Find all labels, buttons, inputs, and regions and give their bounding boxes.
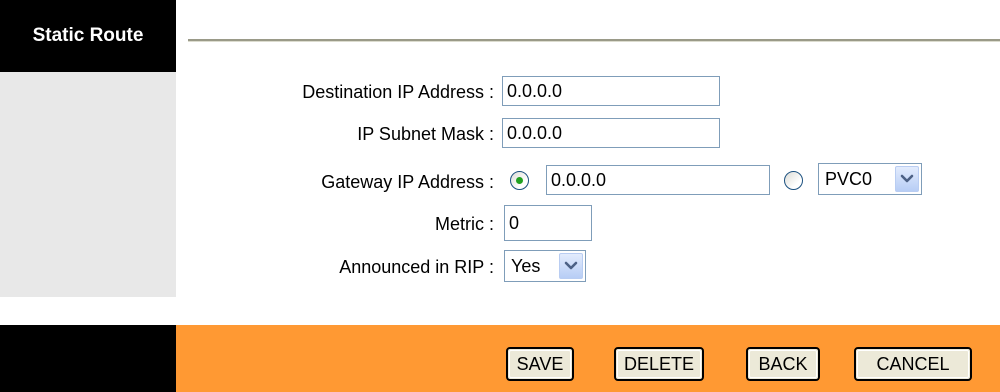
chevron-down-icon[interactable] xyxy=(559,253,583,279)
save-button[interactable]: SAVE xyxy=(506,347,574,381)
back-button-label: BACK xyxy=(758,353,808,374)
announced-rip-label: Announced in RIP : xyxy=(339,257,494,277)
delete-button[interactable]: DELETE xyxy=(614,347,704,381)
save-button-label: SAVE xyxy=(516,353,564,374)
destination-ip-label: Destination IP Address : xyxy=(302,82,494,102)
footer-button-bar: SAVE DELETE BACK CANCEL xyxy=(176,325,1000,392)
destination-ip-input[interactable] xyxy=(502,76,720,106)
static-route-page: Static Route Destination IP Address : IP… xyxy=(0,0,1000,392)
back-button[interactable]: BACK xyxy=(746,347,820,381)
footer-left-block xyxy=(0,325,176,392)
gateway-interface-value: PVC0 xyxy=(825,168,873,189)
metric-label: Metric : xyxy=(434,214,494,234)
section-title-label: Static Route xyxy=(32,25,144,46)
delete-button-label: DELETE xyxy=(623,353,695,374)
cancel-button-label: CANCEL xyxy=(876,353,950,374)
sidebar-panel xyxy=(0,72,176,297)
static-route-form: Destination IP Address : IP Subnet Mask … xyxy=(176,72,1000,297)
radio-selected-dot xyxy=(516,177,523,184)
subnet-mask-label: IP Subnet Mask : xyxy=(357,124,494,144)
header-divider xyxy=(188,39,1000,42)
gateway-ip-radio[interactable] xyxy=(510,171,529,190)
section-title: Static Route xyxy=(0,0,176,72)
announced-rip-select[interactable]: Yes xyxy=(504,250,586,282)
metric-input[interactable] xyxy=(504,205,592,241)
gateway-interface-select[interactable]: PVC0 xyxy=(818,163,922,195)
gateway-interface-radio[interactable] xyxy=(784,171,803,190)
chevron-down-icon[interactable] xyxy=(895,166,919,192)
announced-rip-value: Yes xyxy=(511,255,541,276)
cancel-button[interactable]: CANCEL xyxy=(854,347,972,381)
gateway-ip-input[interactable] xyxy=(546,165,770,195)
subnet-mask-input[interactable] xyxy=(502,118,720,148)
gateway-ip-label: Gateway IP Address : xyxy=(321,172,494,192)
